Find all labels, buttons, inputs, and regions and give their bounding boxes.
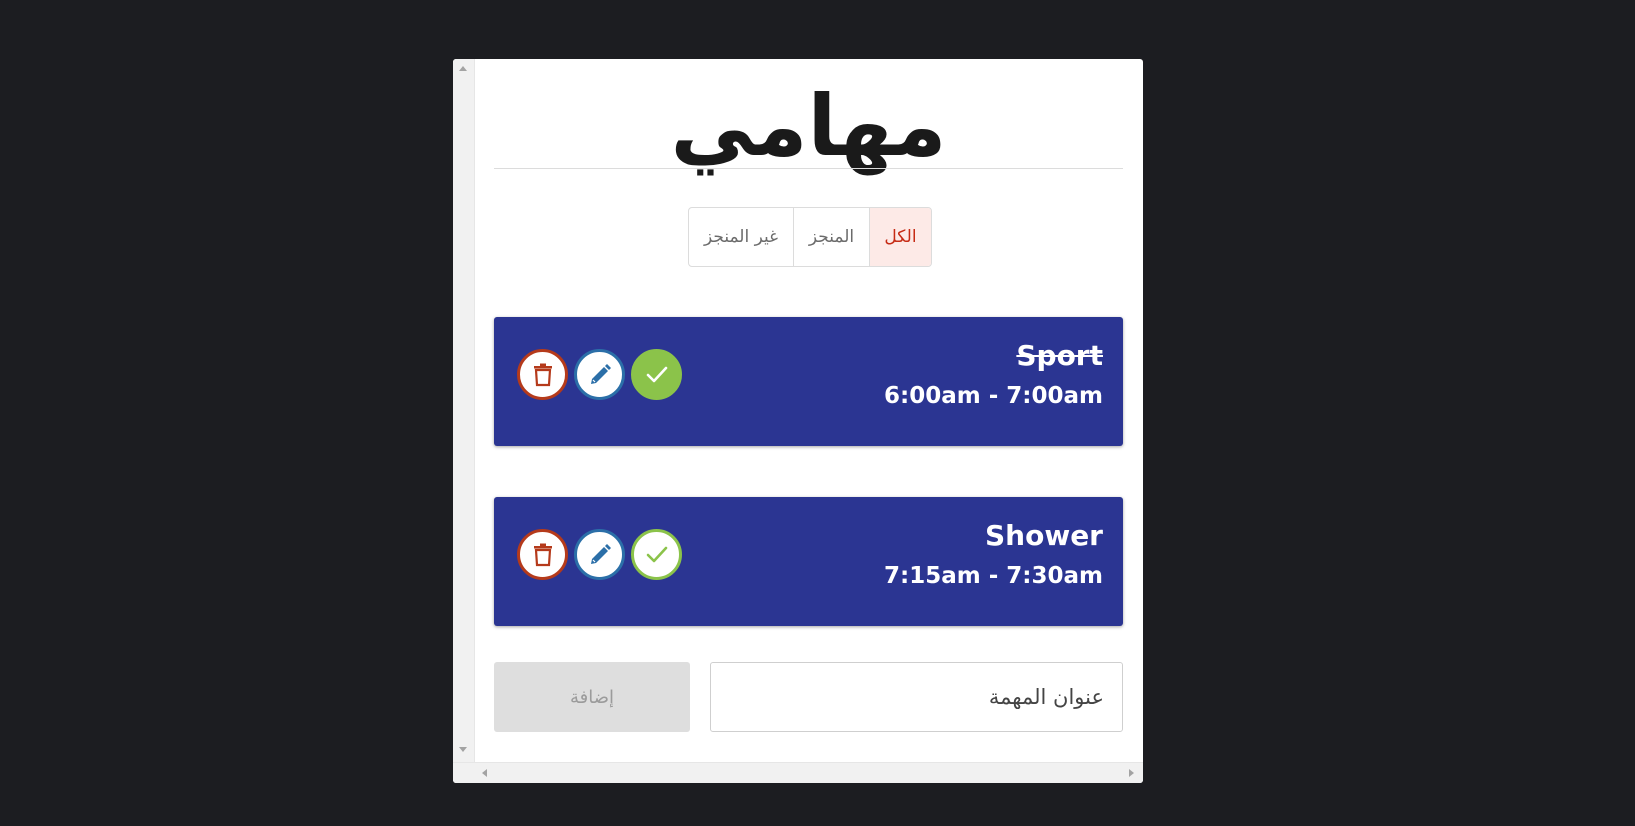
task-title: Sport xyxy=(1016,339,1103,372)
task-actions xyxy=(517,349,682,400)
complete-task-button[interactable] xyxy=(631,349,682,400)
title-divider xyxy=(494,168,1123,169)
main-content: مهامي الكل المنجز غير المنجز Sport 6:00a… xyxy=(494,59,1123,762)
trash-icon xyxy=(533,543,552,566)
edit-task-button[interactable] xyxy=(574,349,625,400)
horizontal-scrollbar[interactable] xyxy=(453,762,1143,783)
scroll-left-arrow-icon[interactable] xyxy=(482,769,487,777)
filter-all-button[interactable]: الكل xyxy=(869,208,931,266)
filter-not-done-button[interactable]: غير المنجز xyxy=(689,208,793,266)
pencil-icon xyxy=(590,543,611,564)
check-icon xyxy=(646,366,667,382)
pencil-icon xyxy=(590,363,611,384)
trash-icon xyxy=(533,363,552,386)
vertical-scrollbar[interactable] xyxy=(453,59,475,762)
page-title: مهامي xyxy=(670,77,947,175)
filter-group: الكل المنجز غير المنجز xyxy=(688,207,932,267)
filter-done-button[interactable]: المنجز xyxy=(793,208,869,266)
check-icon xyxy=(646,546,667,562)
task-time: 6:00am - 7:00am xyxy=(884,383,1103,409)
task-time: 7:15am - 7:30am xyxy=(884,563,1103,589)
scroll-up-arrow-icon[interactable] xyxy=(459,66,467,71)
task-card: Sport 6:00am - 7:00am xyxy=(494,317,1123,446)
task-card: Shower 7:15am - 7:30am xyxy=(494,497,1123,626)
app-window: مهامي الكل المنجز غير المنجز Sport 6:00a… xyxy=(453,59,1143,783)
delete-task-button[interactable] xyxy=(517,529,568,580)
task-title-input[interactable] xyxy=(710,662,1123,732)
edit-task-button[interactable] xyxy=(574,529,625,580)
delete-task-button[interactable] xyxy=(517,349,568,400)
scroll-down-arrow-icon[interactable] xyxy=(459,747,467,752)
task-actions xyxy=(517,529,682,580)
scroll-right-arrow-icon[interactable] xyxy=(1129,769,1134,777)
add-task-button[interactable]: إضافة xyxy=(494,662,690,732)
task-title: Shower xyxy=(984,519,1103,552)
complete-task-button[interactable] xyxy=(631,529,682,580)
